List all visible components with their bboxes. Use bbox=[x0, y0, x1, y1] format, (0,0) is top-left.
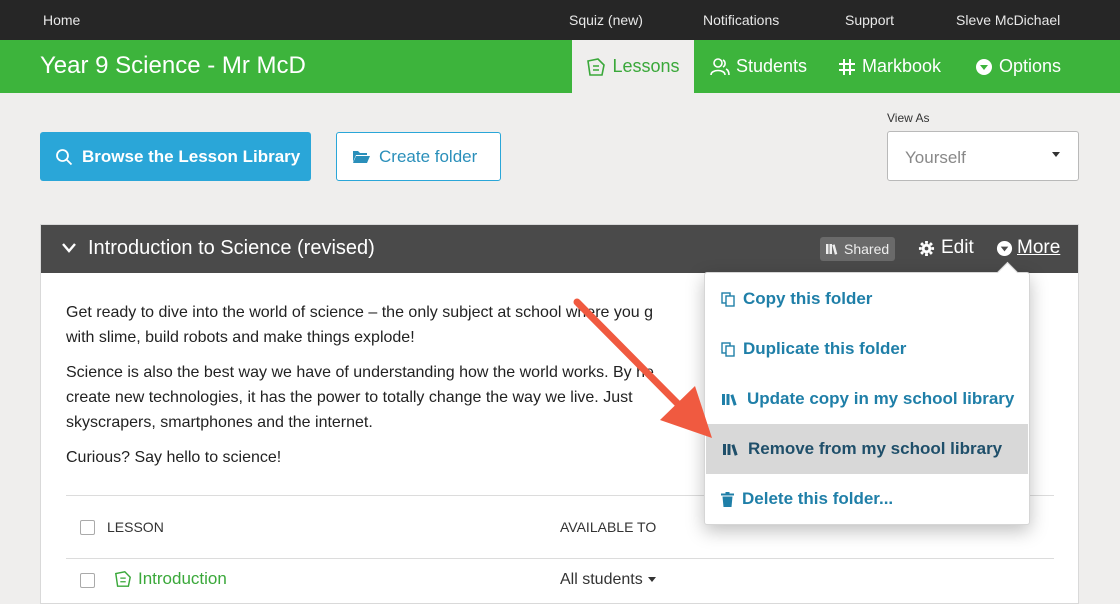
lesson-name: Introduction bbox=[138, 569, 227, 588]
shared-label: Shared bbox=[844, 241, 890, 257]
lesson-icon bbox=[114, 571, 131, 587]
class-title: Year 9 Science - Mr McD bbox=[40, 52, 306, 79]
library-icon bbox=[722, 394, 737, 406]
create-folder-button[interactable]: Create folder bbox=[336, 132, 501, 181]
nav-user-menu[interactable]: Sleve McDichael bbox=[956, 0, 1060, 40]
chevron-down-circle-icon bbox=[996, 240, 1013, 256]
students-icon bbox=[710, 57, 730, 75]
caret-down-icon bbox=[1052, 152, 1060, 157]
description-paragraph-1: Get ready to dive into the world of scie… bbox=[66, 300, 653, 350]
tab-options[interactable]: Options bbox=[975, 40, 1061, 93]
tab-markbook-label: Markbook bbox=[862, 56, 942, 76]
menu-item-copy-folder[interactable]: Copy this folder bbox=[705, 274, 1029, 324]
shared-badge: Shared bbox=[820, 237, 896, 261]
tab-options-label: Options bbox=[999, 56, 1062, 76]
view-as-select[interactable]: Yourself bbox=[887, 131, 1079, 181]
folder-open-icon bbox=[353, 151, 370, 163]
lesson-link[interactable]: Introduction bbox=[114, 569, 227, 589]
gear-icon bbox=[918, 240, 935, 256]
tab-students[interactable]: Students bbox=[710, 40, 807, 93]
grid-icon bbox=[839, 58, 855, 75]
menu-item-label: Update copy in my school library bbox=[747, 389, 1015, 408]
folder-header: Introduction to Science (revised) Shared… bbox=[41, 225, 1078, 273]
tab-lessons-label: Lessons bbox=[612, 56, 680, 76]
copy-icon bbox=[721, 341, 735, 357]
tab-lessons[interactable]: Lessons bbox=[572, 40, 694, 93]
edit-folder-button[interactable]: Edit bbox=[918, 237, 974, 259]
browse-lesson-library-button[interactable]: Browse the Lesson Library bbox=[40, 132, 311, 181]
description-line: create new technologies, it has the powe… bbox=[66, 389, 633, 406]
description-line: skyscrapers, smartphones and the interne… bbox=[66, 414, 373, 431]
column-header-lesson[interactable]: LESSON bbox=[107, 519, 164, 535]
availability-dropdown[interactable]: All students bbox=[560, 571, 656, 589]
nav-squiz-link[interactable]: Squiz (new) bbox=[569, 0, 643, 40]
description-line: with slime, build robots and make things… bbox=[66, 329, 415, 346]
nav-notifications-link[interactable]: Notifications bbox=[703, 0, 779, 40]
tab-markbook[interactable]: Markbook bbox=[838, 40, 941, 93]
nav-home-link[interactable]: Home bbox=[43, 0, 80, 40]
library-icon bbox=[826, 244, 838, 255]
library-icon bbox=[723, 444, 738, 456]
more-button[interactable]: More bbox=[996, 237, 1060, 259]
chevron-down-icon[interactable] bbox=[61, 242, 77, 254]
description-line: Get ready to dive into the world of scie… bbox=[66, 304, 653, 321]
menu-item-label: Duplicate this folder bbox=[743, 339, 907, 358]
folder-title[interactable]: Introduction to Science (revised) bbox=[88, 237, 375, 260]
more-label: More bbox=[1017, 237, 1061, 258]
edit-label: Edit bbox=[941, 237, 974, 258]
caret-down-icon bbox=[647, 577, 656, 583]
create-folder-label: Create folder bbox=[379, 146, 478, 166]
copy-icon bbox=[721, 291, 735, 307]
more-dropdown-menu: Copy this folder Duplicate this folder U… bbox=[704, 272, 1030, 525]
description-paragraph-2: Science is also the best way we have of … bbox=[66, 360, 654, 435]
menu-item-label: Remove from my school library bbox=[748, 439, 1003, 458]
menu-item-remove-from-library[interactable]: Remove from my school library bbox=[706, 424, 1028, 474]
view-as-value: Yourself bbox=[905, 148, 966, 167]
row-checkbox[interactable] bbox=[80, 573, 95, 588]
search-icon bbox=[56, 148, 73, 165]
availability-value: All students bbox=[560, 571, 643, 588]
menu-item-duplicate-folder[interactable]: Duplicate this folder bbox=[705, 324, 1029, 374]
menu-item-label: Delete this folder... bbox=[742, 489, 894, 508]
description-line: Science is also the best way we have of … bbox=[66, 364, 654, 381]
menu-item-label: Copy this folder bbox=[743, 289, 873, 308]
class-header: Year 9 Science - Mr McD Lessons Students… bbox=[0, 40, 1120, 93]
trash-icon bbox=[721, 491, 734, 507]
column-header-available[interactable]: AVAILABLE TO bbox=[560, 519, 656, 535]
tab-students-label: Students bbox=[736, 56, 808, 76]
browse-label: Browse the Lesson Library bbox=[82, 146, 301, 166]
menu-item-delete-folder[interactable]: Delete this folder... bbox=[705, 474, 1029, 524]
chevron-down-circle-icon bbox=[976, 58, 992, 75]
view-as-label: View As bbox=[887, 111, 930, 125]
lesson-icon bbox=[587, 57, 606, 76]
menu-item-update-library-copy[interactable]: Update copy in my school library bbox=[705, 374, 1029, 424]
divider bbox=[66, 558, 1054, 559]
select-all-checkbox[interactable] bbox=[80, 520, 95, 535]
nav-support-link[interactable]: Support bbox=[845, 0, 894, 40]
description-paragraph-3: Curious? Say hello to science! bbox=[66, 449, 282, 466]
top-nav: Home Squiz (new) Notifications Support S… bbox=[0, 0, 1120, 40]
